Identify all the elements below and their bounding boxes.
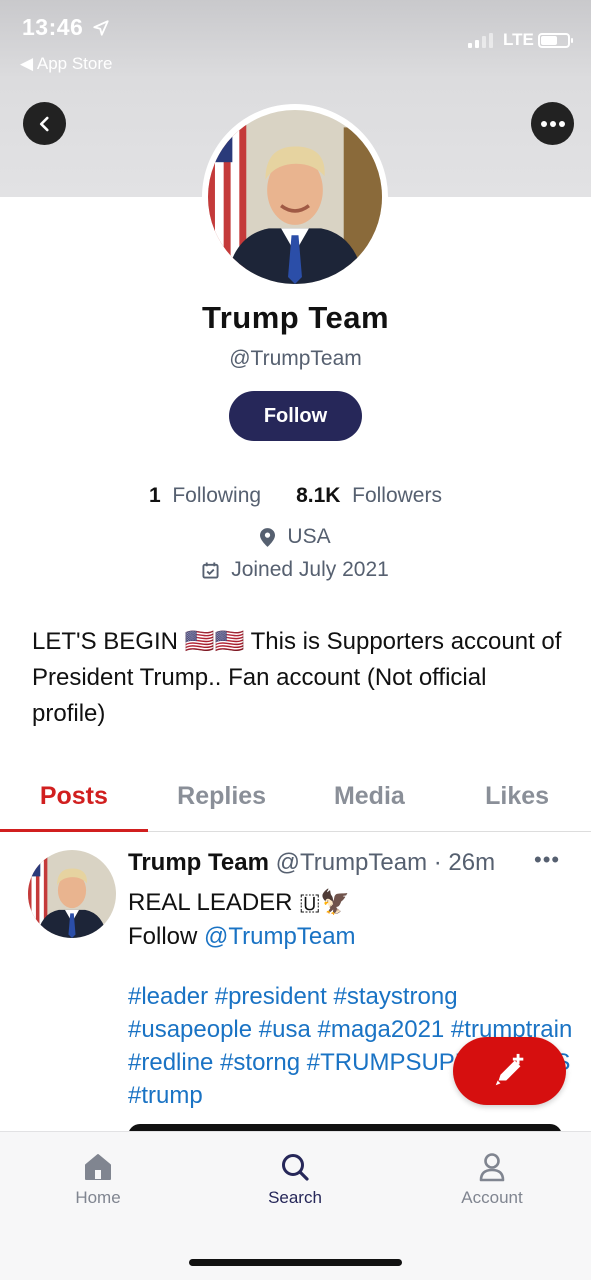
- back-to-app-store[interactable]: ◀ App Store: [20, 54, 112, 74]
- followers-link[interactable]: Followers: [352, 484, 442, 507]
- profile-handle: @TrumpTeam: [229, 347, 362, 370]
- compose-icon: [495, 1053, 523, 1086]
- post-line: REAL LEADER 🇺🦅: [128, 889, 351, 916]
- follow-prefix: Follow: [128, 923, 205, 950]
- profile-location: USA: [0, 525, 591, 549]
- status-time: 13:46: [22, 14, 84, 40]
- post-more-button[interactable]: •••: [534, 847, 560, 873]
- battery-icon: [538, 33, 573, 48]
- follow-stats: 1 Following 8.1K Followers: [0, 484, 591, 508]
- nav-search[interactable]: Search: [225, 1152, 365, 1208]
- nav-home[interactable]: Home: [28, 1152, 168, 1208]
- profile-avatar[interactable]: [202, 104, 388, 290]
- joined-text: Joined July 2021: [231, 558, 389, 581]
- profile-bio: LET'S BEGIN 🇺🇸🇺🇸 This is Supporters acco…: [32, 628, 562, 727]
- bottom-navigation: Home Search Account: [0, 1131, 591, 1280]
- more-dots-icon: [540, 120, 565, 127]
- nav-account[interactable]: Account: [422, 1152, 562, 1208]
- home-icon: [85, 1154, 111, 1180]
- post-mention-link[interactable]: @TrumpTeam: [204, 923, 356, 950]
- tab-likes[interactable]: Likes: [443, 770, 591, 831]
- avatar-portrait-image: [28, 850, 116, 938]
- location-text: USA: [287, 525, 331, 548]
- signal-icon: [468, 32, 493, 48]
- back-arrow-icon: [39, 116, 49, 131]
- tab-replies[interactable]: Replies: [148, 770, 296, 831]
- profile-name: Trump Team: [201, 300, 390, 335]
- post-follow-line: Follow @TrumpTeam: [128, 920, 568, 954]
- following-link[interactable]: Following: [172, 484, 261, 507]
- nav-account-label: Account: [461, 1188, 523, 1207]
- account-icon: [479, 1153, 505, 1182]
- post-author-avatar[interactable]: [28, 850, 116, 938]
- profile-tabs: Posts Replies Media Likes: [0, 770, 591, 832]
- followers-count: 8.1K: [296, 484, 341, 507]
- nav-search-label: Search: [268, 1188, 322, 1207]
- search-icon: [282, 1154, 309, 1181]
- compose-button[interactable]: [453, 1037, 566, 1105]
- home-indicator: [189, 1259, 402, 1266]
- status-bar: 13:46 ◀ App Store LTE: [0, 0, 591, 90]
- avatar-portrait-image: [208, 110, 382, 284]
- location-pin-icon: [260, 527, 276, 547]
- post-author-name[interactable]: Trump Team: [128, 849, 269, 876]
- tab-posts[interactable]: Posts: [0, 770, 148, 832]
- network-type: LTE: [503, 30, 534, 49]
- post-header: Trump Team @TrumpTeam · 26m: [128, 849, 495, 877]
- location-arrow-icon: [93, 20, 109, 36]
- nav-home-label: Home: [75, 1188, 121, 1207]
- calendar-icon: [202, 561, 219, 579]
- tab-media[interactable]: Media: [296, 770, 444, 831]
- following-count: 1: [149, 484, 161, 507]
- post-author-handle[interactable]: @TrumpTeam: [276, 849, 428, 876]
- post-text: REAL LEADER 🇺🦅 Follow @TrumpTeam: [128, 886, 568, 954]
- more-options-button[interactable]: [531, 102, 574, 145]
- back-button[interactable]: [23, 102, 66, 145]
- battery-level: [541, 36, 557, 45]
- profile-joined: Joined July 2021: [0, 558, 591, 582]
- follow-button[interactable]: Follow: [229, 391, 362, 441]
- post-time: · 26m: [433, 849, 496, 876]
